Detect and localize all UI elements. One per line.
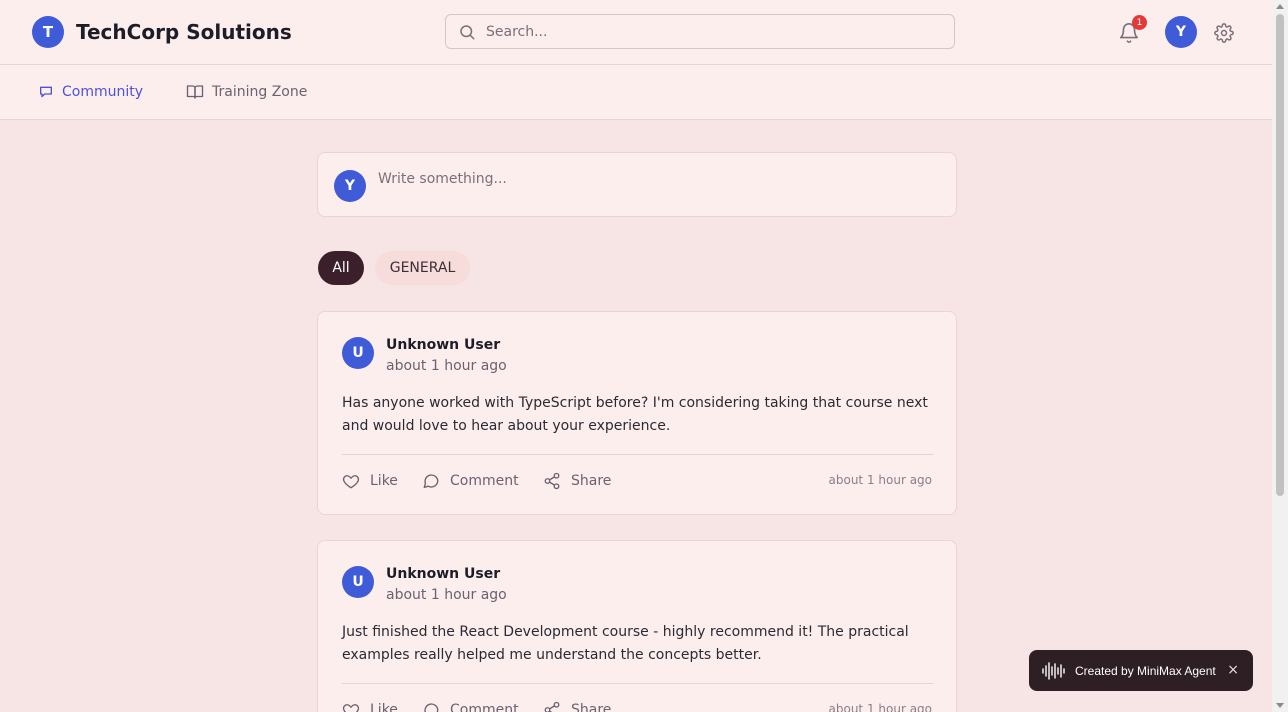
post-time: about 1 hour ago (386, 587, 507, 603)
share-label: Share (571, 702, 612, 712)
tab-training-zone[interactable]: Training Zone (186, 65, 307, 119)
post-body: Just finished the React Development cour… (342, 624, 909, 663)
share-button[interactable]: Share (543, 470, 611, 492)
post-card: U Unknown User about 1 hour ago Just fin… (317, 540, 957, 712)
tab-training-label: Training Zone (212, 84, 308, 100)
brand-logo: T (32, 16, 64, 48)
page-scrollbar[interactable] (1272, 0, 1288, 712)
like-label: Like (370, 702, 398, 712)
scroll-down-arrow-icon[interactable] (1276, 703, 1284, 708)
waveform-icon (1042, 661, 1065, 680)
post-body: Has anyone worked with TypeScript before… (342, 395, 928, 434)
scroll-thumb[interactable] (1276, 14, 1284, 496)
notification-badge: 1 (1132, 15, 1147, 30)
post-time: about 1 hour ago (386, 358, 507, 374)
search-icon (460, 24, 475, 39)
avatar: Y (334, 170, 366, 202)
like-label: Like (370, 473, 398, 489)
search-input[interactable] (486, 23, 926, 40)
heart-icon (342, 704, 360, 712)
book-icon (186, 85, 204, 99)
section-nav: Community Training Zone (0, 65, 1272, 120)
post-timestamp: about 1 hour ago (828, 702, 933, 712)
like-button[interactable]: Like (342, 470, 398, 492)
gear-icon (1213, 22, 1234, 43)
like-button[interactable]: Like (342, 699, 398, 712)
post-composer: Y (317, 152, 957, 217)
comment-label: Comment (450, 473, 519, 489)
tab-community-label: Community (62, 84, 144, 100)
avatar: U (342, 566, 374, 598)
brand-name: TechCorp Solutions (76, 20, 292, 44)
post-card: U Unknown User about 1 hour ago Has anyo… (317, 311, 957, 515)
notifications-button[interactable]: 1 (1110, 15, 1148, 50)
comment-icon (424, 703, 439, 712)
search-box[interactable] (445, 14, 955, 49)
heart-icon (342, 475, 360, 489)
post-timestamp: about 1 hour ago (828, 473, 933, 487)
toast-label: Created by MiniMax Agent (1075, 663, 1216, 678)
settings-button[interactable] (1206, 15, 1241, 50)
comment-button[interactable]: Comment (422, 699, 519, 712)
user-avatar[interactable]: Y (1165, 16, 1197, 48)
share-button[interactable]: Share (543, 699, 611, 712)
filter-all[interactable]: All (318, 251, 364, 285)
divider (342, 454, 934, 455)
comment-button[interactable]: Comment (422, 470, 519, 492)
tab-community[interactable]: Community (38, 65, 143, 119)
top-header: T TechCorp Solutions 1 Y (0, 0, 1272, 65)
share-label: Share (571, 473, 612, 489)
share-icon (544, 701, 560, 712)
created-by-toast: Created by MiniMax Agent × (1029, 650, 1253, 691)
close-icon[interactable]: × (1227, 662, 1239, 678)
comment-icon (423, 474, 439, 489)
share-icon (544, 472, 560, 490)
divider (342, 683, 934, 684)
post-author: Unknown User (386, 566, 501, 582)
app-page: T TechCorp Solutions 1 Y Community Train… (0, 0, 1288, 712)
post-input[interactable] (378, 170, 938, 188)
avatar: U (342, 337, 374, 369)
post-author: Unknown User (386, 337, 501, 353)
brand: T TechCorp Solutions (32, 16, 292, 48)
chat-icon (40, 86, 52, 98)
scroll-up-arrow-icon[interactable] (1276, 4, 1284, 9)
comment-label: Comment (450, 702, 519, 712)
filter-general[interactable]: GENERAL (375, 251, 470, 285)
